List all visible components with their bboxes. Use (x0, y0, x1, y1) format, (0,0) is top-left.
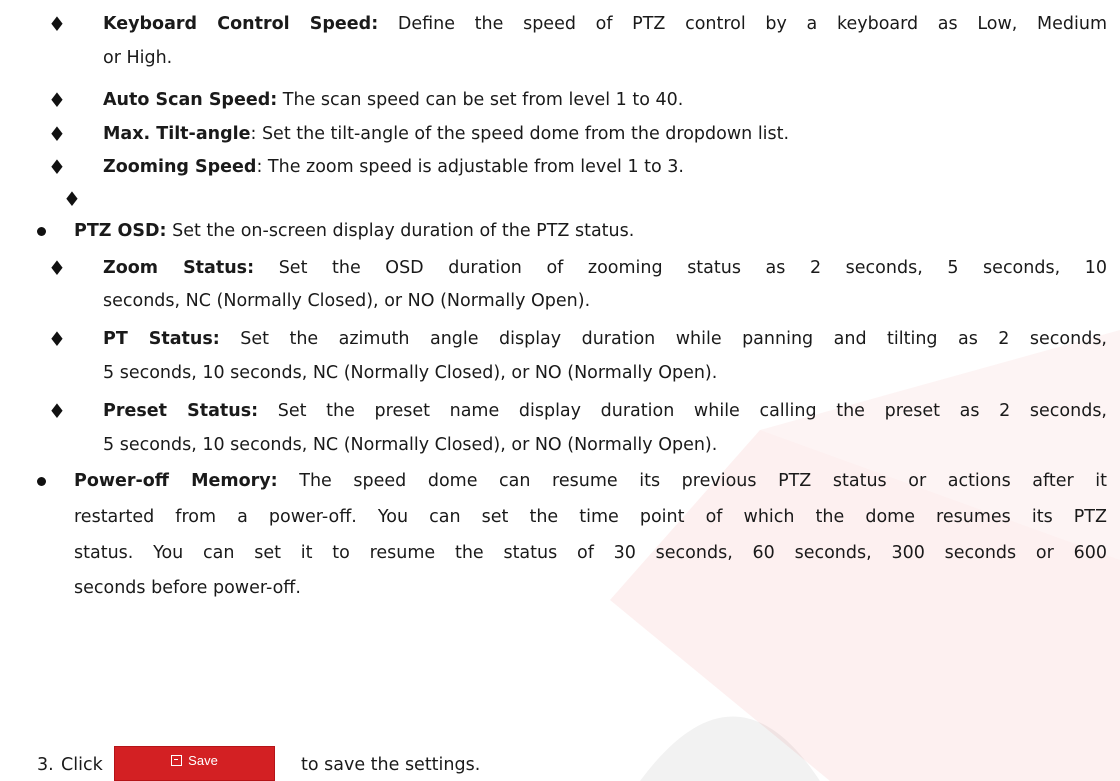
preset-status-line1: Preset Status: Set the preset name displ… (103, 398, 1107, 424)
diamond-bullet-icon: ♦ (48, 155, 66, 179)
diamond-bullet-icon: ♦ (48, 399, 66, 423)
ptz-osd-desc: Set the on-screen display duration of th… (166, 221, 635, 241)
keyboard-speed-desc2: or High. (103, 48, 173, 68)
watermark (610, 330, 1120, 781)
diamond-bullet-icon: ♦ (48, 12, 66, 36)
power-off-desc1: The speed dome can resume its previous P… (277, 471, 1107, 491)
keyboard-speed-term: Keyboard Control Speed: (103, 14, 379, 34)
power-off-term: Power-off Memory: (74, 471, 278, 491)
zooming-speed-desc: : The zoom speed is adjustable from leve… (256, 157, 684, 177)
step-suffix-text: to save the settings. (301, 755, 481, 775)
auto-scan-line: Auto Scan Speed: The scan speed can be s… (103, 87, 683, 113)
diamond-bullet-icon: ♦ (48, 88, 66, 112)
round-bullet-icon (37, 227, 46, 236)
power-off-line1: Power-off Memory: The speed dome can res… (74, 468, 1107, 494)
preset-status-term: Preset Status: (103, 401, 259, 421)
pt-status-term: PT Status: (103, 329, 220, 349)
ptz-osd-term: PTZ OSD: (74, 221, 167, 241)
pt-status-desc1: Set the azimuth angle display duration w… (219, 329, 1107, 349)
pt-status-line1: PT Status: Set the azimuth angle display… (103, 326, 1107, 352)
auto-scan-desc: The scan speed can be set from level 1 t… (277, 90, 684, 110)
step-click-text: Click (61, 755, 103, 775)
zooming-speed-line: Zooming Speed: The zoom speed is adjusta… (103, 154, 684, 180)
zooming-speed-term: Zooming Speed (103, 157, 257, 177)
ptz-osd-line: PTZ OSD: Set the on-screen display durat… (74, 218, 634, 244)
save-button[interactable]: Save (114, 746, 275, 781)
power-off-desc4: seconds before power-off. (74, 578, 301, 598)
power-off-desc3: status. You can set it to resume the sta… (74, 543, 1107, 563)
power-off-desc2: restarted from a power-off. You can set … (74, 507, 1107, 527)
diamond-bullet-icon: ♦ (48, 327, 66, 351)
zoom-status-term: Zoom Status: (103, 258, 255, 278)
auto-scan-term: Auto Scan Speed: (103, 90, 278, 110)
zoom-status-line1: Zoom Status: Set the OSD duration of zoo… (103, 255, 1107, 281)
keyboard-speed-desc1: Define the speed of PTZ control by a key… (378, 14, 1108, 34)
keyboard-speed-line1: Keyboard Control Speed: Define the speed… (103, 11, 1107, 37)
floppy-disk-icon (171, 755, 183, 766)
pt-status-desc2: 5 seconds, 10 seconds, NC (Normally Clos… (103, 363, 718, 383)
diamond-bullet-icon: ♦ (63, 187, 81, 211)
preset-status-desc2: 5 seconds, 10 seconds, NC (Normally Clos… (103, 435, 718, 455)
zoom-status-desc2: seconds, NC (Normally Closed), or NO (No… (103, 291, 591, 311)
zoom-status-desc1: Set the OSD duration of zooming status a… (254, 258, 1107, 278)
diamond-bullet-icon: ♦ (48, 256, 66, 280)
tilt-angle-term: Max. Tilt-angle (103, 124, 251, 144)
round-bullet-icon (37, 477, 46, 486)
diamond-bullet-icon: ♦ (48, 122, 66, 146)
tilt-angle-line: Max. Tilt-angle: Set the tilt-angle of t… (103, 121, 789, 147)
tilt-angle-desc: : Set the tilt-angle of the speed dome f… (250, 124, 790, 144)
save-button-label: Save (188, 753, 218, 768)
preset-status-desc1: Set the preset name display duration whi… (258, 401, 1107, 421)
step-number: 3. (37, 755, 54, 775)
